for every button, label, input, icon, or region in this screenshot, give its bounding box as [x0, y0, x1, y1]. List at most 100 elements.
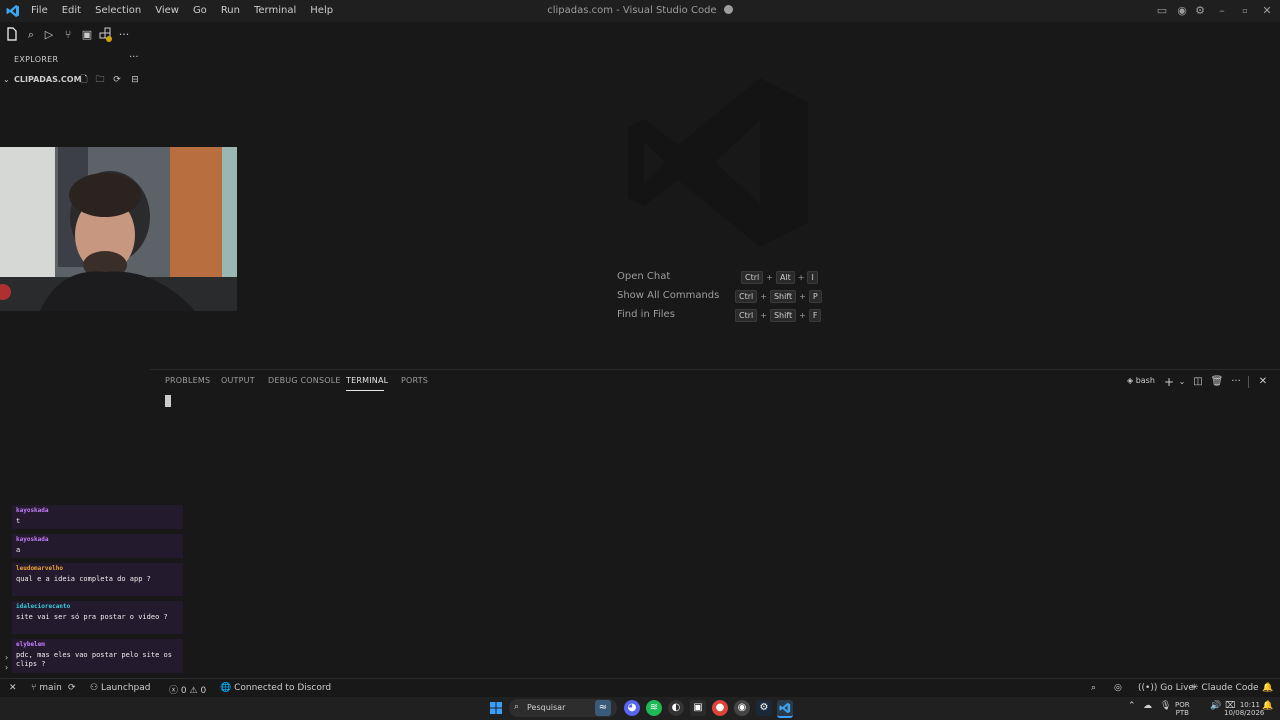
tab-ports[interactable]: PORTS — [401, 376, 428, 385]
copilot-status-icon[interactable]: ◎ — [1114, 683, 1122, 693]
obs-icon[interactable]: ◉ — [734, 700, 750, 716]
more-views-icon[interactable]: ··· — [116, 27, 132, 43]
discord-label: Connected to Discord — [234, 683, 332, 693]
shortcut-open-chat[interactable]: Open Chat Ctrl + Alt + I — [617, 271, 818, 285]
active-tab-indicator — [346, 390, 384, 391]
terminal-cursor[interactable] — [165, 395, 171, 407]
tab-terminal[interactable]: TERMINAL — [346, 376, 388, 385]
remote-icon[interactable]: ✕ — [9, 683, 17, 693]
windows-start-icon[interactable] — [490, 702, 502, 714]
search-highlight-icon[interactable]: ≈ — [595, 700, 611, 716]
close-panel-icon[interactable]: ✕ — [1256, 375, 1270, 389]
copilot-icon[interactable] — [723, 5, 733, 14]
refresh-icon[interactable]: ⟳ — [111, 74, 123, 86]
warning-count: 0 — [200, 686, 207, 696]
gear-icon[interactable]: ⚙ — [1193, 4, 1207, 18]
notifications-icon[interactable]: 🔔 — [1262, 683, 1273, 693]
search-icon[interactable]: ⌕ — [23, 27, 39, 43]
key-p: P — [808, 290, 822, 303]
steam-icon[interactable]: ⚙ — [756, 700, 772, 716]
restore-icon[interactable]: ▫ — [1238, 4, 1252, 18]
menu-file[interactable]: File — [24, 0, 55, 22]
terminal-shell-selector[interactable]: ◈ bash — [1127, 376, 1155, 385]
chat-message: leudomarvelho qual e a ideia completa do… — [12, 563, 183, 596]
new-file-icon[interactable]: 🗋 — [78, 74, 90, 86]
menu-view[interactable]: View — [148, 0, 186, 22]
vscode-taskbar-icon[interactable] — [777, 700, 793, 718]
menu-help[interactable]: Help — [303, 0, 340, 22]
chat-text: t — [16, 517, 21, 525]
tab-debug-console[interactable]: DEBUG CONSOLE — [268, 376, 341, 385]
volume-icon[interactable]: 🔊 — [1210, 701, 1221, 711]
new-folder-icon[interactable]: 🗀 — [94, 74, 106, 86]
menu-selection[interactable]: Selection — [88, 0, 148, 22]
explorer-title: EXPLORER — [14, 55, 59, 64]
chrome-icon[interactable]: ● — [712, 700, 728, 716]
clock[interactable]: 10:11 10/08/2026 — [1224, 701, 1264, 717]
close-window-icon[interactable]: ✕ — [1260, 4, 1274, 18]
key-i: I — [807, 271, 818, 284]
minimize-icon[interactable]: – — [1215, 4, 1229, 18]
key-ctrl: Ctrl — [735, 309, 758, 322]
zoom-icon[interactable]: ⌕ — [1091, 683, 1096, 693]
search-label: Pesquisar — [527, 703, 566, 712]
chevron-down-icon[interactable]: ⌄ — [1175, 375, 1189, 389]
key-f: F — [808, 309, 822, 322]
menu-bar: File Edit Selection View Go Run Terminal Help — [24, 0, 340, 22]
tray-chevron-icon[interactable]: ⌃ — [1128, 701, 1136, 711]
extensions-icon[interactable] — [98, 27, 114, 43]
terminal-icon: ◈ — [1127, 376, 1134, 385]
spotify-icon[interactable]: ≋ — [646, 700, 662, 716]
chat-icon[interactable]: ▭ — [1155, 4, 1169, 18]
cloud-icon[interactable]: ☁ — [1143, 701, 1152, 711]
chat-username: leudomarvelho — [16, 565, 63, 572]
branch-indicator[interactable]: ⑂ main — [31, 683, 62, 693]
shortcut-show-all-commands[interactable]: Show All Commands Ctrl + Shift + P — [617, 290, 822, 304]
taskbar — [0, 697, 1280, 720]
menu-terminal[interactable]: Terminal — [247, 0, 303, 22]
chevron-down-icon[interactable]: ⌄ — [3, 75, 10, 84]
account-icon[interactable]: ◉ — [1175, 4, 1189, 18]
notification-center-icon[interactable]: 🔔 — [1262, 701, 1273, 711]
explorer-more-button[interactable]: ··· — [129, 52, 139, 63]
keyboard-layout: PTB — [1175, 709, 1189, 717]
clock-time: 10:11 — [1239, 701, 1260, 709]
vscode-logo-icon — [6, 4, 20, 18]
new-terminal-icon[interactable]: + — [1162, 375, 1176, 389]
discord-icon[interactable]: ◕ — [624, 700, 640, 716]
tab-output[interactable]: OUTPUT — [221, 376, 255, 385]
broadcast-icon: ((•)) — [1138, 683, 1158, 693]
collapse-all-icon[interactable]: ⊟ — [129, 74, 141, 86]
folder-name[interactable]: CLIPADAS.COM — [14, 75, 82, 84]
chevron-right-icon[interactable]: › — [5, 663, 8, 672]
chat-message: kayoskada a — [12, 534, 183, 558]
webcam-overlay — [0, 147, 237, 311]
split-terminal-icon[interactable]: ◫ — [1191, 375, 1205, 389]
mic-icon[interactable]: 🎙 — [1160, 701, 1171, 711]
language-indicator[interactable]: POR PTB — [1175, 701, 1190, 717]
discord-status[interactable]: 🌐 Connected to Discord — [220, 683, 331, 693]
terminal-app-icon[interactable]: ▣ — [690, 700, 706, 716]
remote-explorer-icon[interactable]: ▣ — [79, 27, 95, 43]
trash-icon[interactable]: 🗑 — [1210, 375, 1224, 389]
menu-go[interactable]: Go — [186, 0, 214, 22]
files-icon[interactable] — [4, 27, 20, 43]
vscode-watermark-icon — [620, 70, 820, 255]
run-debug-icon[interactable]: ▷ — [41, 27, 57, 43]
more-actions-icon[interactable]: ··· — [1229, 375, 1243, 389]
shortcut-find-in-files[interactable]: Find in Files Ctrl + Shift + F — [617, 309, 822, 323]
app-icon[interactable]: ◐ — [668, 700, 684, 716]
source-control-icon[interactable]: ⑂ — [60, 27, 76, 43]
title-bar: File Edit Selection View Go Run Terminal Help c… — [0, 0, 1280, 22]
warning-icon: ⚠ — [189, 686, 198, 696]
go-live-button[interactable]: ((•)) Go Live — [1138, 683, 1194, 693]
sync-icon[interactable]: ⟳ — [68, 683, 76, 693]
problems-indicator[interactable]: ⓧ 0 ⚠ 0 — [169, 683, 206, 696]
tab-problems[interactable]: PROBLEMS — [165, 376, 210, 385]
chat-text: qual e a ideia completa do app ? — [16, 575, 151, 583]
launchpad-item[interactable]: ⚇ Launchpad — [90, 683, 150, 693]
menu-run[interactable]: Run — [214, 0, 247, 22]
menu-edit[interactable]: Edit — [55, 0, 88, 22]
claude-code-button[interactable]: ✳ Claude Code — [1191, 683, 1259, 693]
chevron-right-icon[interactable]: › — [5, 653, 8, 662]
